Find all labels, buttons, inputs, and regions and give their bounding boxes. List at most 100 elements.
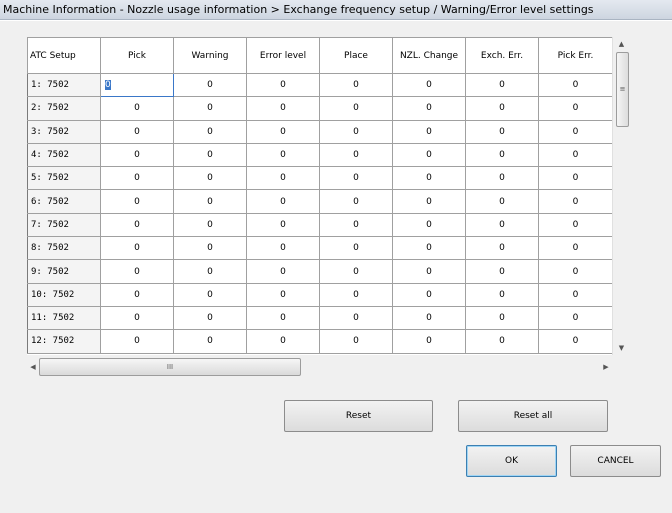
horizontal-scroll-thumb[interactable]: III — [39, 358, 301, 376]
grid-cell[interactable]: 0 — [319, 142, 393, 168]
grid-cell[interactable]: 0 — [392, 189, 466, 214]
cell-value[interactable]: 0 — [105, 80, 111, 91]
grid-cell[interactable]: 0 — [173, 142, 247, 168]
grid-cell[interactable]: 0 — [100, 119, 174, 144]
grid-cell[interactable]: 0 — [246, 72, 320, 98]
grid-cell[interactable]: 0 — [465, 282, 539, 307]
grid-cell[interactable]: 0 — [100, 236, 174, 261]
row-header[interactable]: 11: 7502 — [27, 305, 101, 331]
grid-cell[interactable]: 0 — [173, 236, 247, 261]
grid-cell[interactable]: 0 — [100, 189, 174, 214]
grid-cell[interactable]: 0 — [465, 212, 539, 238]
column-header[interactable]: Place — [319, 37, 393, 74]
grid-cell[interactable]: 0 — [173, 329, 247, 354]
grid-cell[interactable]: 0 — [538, 259, 612, 284]
grid-cell[interactable]: 0 — [319, 212, 393, 238]
title-bar[interactable]: Machine Information - Nozzle usage infor… — [0, 0, 672, 20]
grid-cell[interactable]: 0 — [246, 282, 320, 307]
reset-button[interactable]: Reset — [284, 400, 433, 432]
grid-cell[interactable]: 0 — [538, 166, 612, 191]
grid-cell[interactable]: 0 — [392, 329, 466, 354]
grid-cell[interactable]: 0 — [173, 305, 247, 331]
grid-cell[interactable]: 0 — [100, 259, 174, 284]
row-header[interactable]: 10: 7502 — [27, 282, 101, 307]
grid-cell[interactable]: 0 — [392, 236, 466, 261]
grid-cell[interactable]: 0 — [246, 329, 320, 354]
grid-cell[interactable]: 0 — [246, 142, 320, 168]
grid-cell[interactable]: 0 — [246, 119, 320, 144]
column-header[interactable]: NZL. Change — [392, 37, 466, 74]
grid-cell[interactable]: 0 — [392, 119, 466, 144]
cancel-button[interactable]: CANCEL — [570, 445, 661, 477]
grid-cell[interactable]: 0 — [173, 166, 247, 191]
grid-cell[interactable]: 0 — [173, 96, 247, 121]
grid-cell[interactable]: 0 — [465, 259, 539, 284]
grid-cell[interactable]: 0 — [100, 96, 174, 121]
grid-cell[interactable]: 0 — [465, 119, 539, 144]
grid-cell[interactable]: 0 — [538, 305, 612, 331]
grid-cell[interactable]: 0 — [246, 212, 320, 238]
grid-cell[interactable]: 0 — [100, 142, 174, 168]
grid-cell[interactable]: 0 — [392, 212, 466, 238]
grid-cell[interactable]: 0 — [538, 96, 612, 121]
grid-cell[interactable]: 0 — [538, 282, 612, 307]
ok-button[interactable]: OK — [466, 445, 557, 477]
grid-cell[interactable]: 0 — [465, 72, 539, 98]
grid-cell[interactable]: 0 — [465, 142, 539, 168]
vertical-scroll-thumb[interactable]: ≡ — [616, 52, 629, 127]
scroll-up-arrow-icon[interactable]: ▲ — [613, 37, 630, 51]
grid-cell[interactable]: 0 — [173, 189, 247, 214]
grid-cell[interactable]: 0 — [465, 189, 539, 214]
scroll-right-arrow-icon[interactable]: ▶ — [600, 360, 612, 374]
grid-cell[interactable]: 0 — [538, 236, 612, 261]
grid-cell[interactable]: 0 — [538, 212, 612, 238]
grid-cell[interactable]: 0 — [173, 72, 247, 98]
column-header[interactable]: Exch. Err. — [465, 37, 539, 74]
scroll-down-arrow-icon[interactable]: ▼ — [613, 341, 630, 355]
row-header[interactable]: 3: 7502 — [27, 119, 101, 144]
grid-cell-selected[interactable]: 0 — [100, 72, 174, 98]
grid-cell[interactable]: 0 — [100, 166, 174, 191]
grid-cell[interactable]: 0 — [538, 189, 612, 214]
row-header[interactable]: 8: 7502 — [27, 236, 101, 261]
row-header[interactable]: 6: 7502 — [27, 189, 101, 214]
grid-cell[interactable]: 0 — [392, 72, 466, 98]
grid-cell[interactable]: 0 — [100, 282, 174, 307]
grid-cell[interactable]: 0 — [246, 189, 320, 214]
grid-cell[interactable]: 0 — [392, 96, 466, 121]
grid-cell[interactable]: 0 — [392, 166, 466, 191]
grid-cell[interactable]: 0 — [319, 236, 393, 261]
grid-cell[interactable]: 0 — [319, 72, 393, 98]
grid-cell[interactable]: 0 — [392, 305, 466, 331]
grid-cell[interactable]: 0 — [538, 119, 612, 144]
grid-cell[interactable]: 0 — [538, 142, 612, 168]
vertical-scrollbar[interactable]: ▲ ≡ ▼ — [612, 37, 629, 355]
grid-cell[interactable]: 0 — [538, 329, 612, 354]
grid-cell[interactable]: 0 — [538, 72, 612, 98]
grid-cell[interactable]: 0 — [319, 259, 393, 284]
grid-cell[interactable]: 0 — [246, 166, 320, 191]
grid-cell[interactable]: 0 — [100, 329, 174, 354]
grid-cell[interactable]: 0 — [392, 259, 466, 284]
grid-cell[interactable]: 0 — [246, 305, 320, 331]
column-header[interactable]: Error level — [246, 37, 320, 74]
row-header[interactable]: 9: 7502 — [27, 259, 101, 284]
grid-cell[interactable]: 0 — [100, 305, 174, 331]
grid-cell[interactable]: 0 — [246, 259, 320, 284]
grid-cell[interactable]: 0 — [319, 282, 393, 307]
grid-cell[interactable]: 0 — [173, 282, 247, 307]
grid-cell[interactable]: 0 — [319, 166, 393, 191]
row-header[interactable]: 5: 7502 — [27, 166, 101, 191]
grid-cell[interactable]: 0 — [465, 305, 539, 331]
column-header[interactable]: Pick — [100, 37, 174, 74]
grid-cell[interactable]: 0 — [465, 329, 539, 354]
grid-cell[interactable]: 0 — [173, 119, 247, 144]
row-header[interactable]: 4: 7502 — [27, 142, 101, 168]
column-header[interactable]: Pick Err. — [538, 37, 612, 74]
grid-cell[interactable]: 0 — [465, 96, 539, 121]
grid-cell[interactable]: 0 — [246, 236, 320, 261]
grid-cell[interactable]: 0 — [392, 282, 466, 307]
scroll-left-arrow-icon[interactable]: ◀ — [27, 360, 39, 374]
grid-cell[interactable]: 0 — [465, 236, 539, 261]
grid-cell[interactable]: 0 — [319, 119, 393, 144]
